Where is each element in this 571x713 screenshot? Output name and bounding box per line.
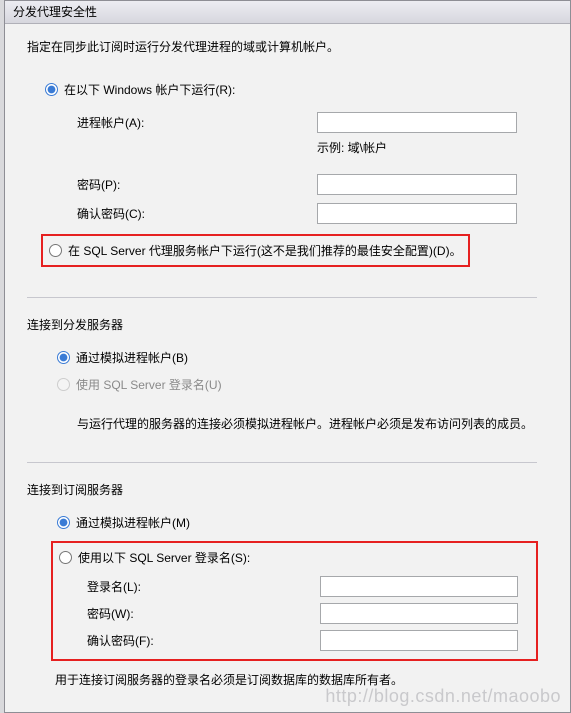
login-row: 登录名(L):	[59, 576, 518, 597]
process-account-section: 在以下 Windows 帐户下运行(R): 进程帐户(A): 示例: 域\帐户 …	[27, 81, 558, 267]
dialog-content: 指定在同步此订阅时运行分发代理进程的域或计算机帐户。 在以下 Windows 帐…	[5, 24, 570, 698]
process-account-row: 进程帐户(A):	[27, 112, 558, 133]
radio-dist-impersonate-row[interactable]: 通过模拟进程帐户(B)	[27, 349, 558, 366]
radio-sub-impersonate-row[interactable]: 通过模拟进程帐户(M)	[27, 514, 558, 531]
intro-text: 指定在同步此订阅时运行分发代理进程的域或计算机帐户。	[27, 38, 558, 55]
sub-password-row: 密码(W):	[59, 603, 518, 624]
sub-confirm-password-label: 确认密码(F):	[87, 632, 320, 649]
radio-sqlagent-label: 在 SQL Server 代理服务帐户下运行(这不是我们推荐的最佳安全配置)(D…	[68, 242, 462, 259]
login-label: 登录名(L):	[87, 578, 320, 595]
divider-1	[27, 297, 537, 298]
subscriber-section: 连接到订阅服务器 通过模拟进程帐户(M) 使用以下 SQL Server 登录名…	[27, 481, 558, 688]
sub-password-input[interactable]	[320, 603, 518, 624]
radio-sub-sqllogin-label: 使用以下 SQL Server 登录名(S):	[78, 549, 250, 566]
password-input[interactable]	[317, 174, 517, 195]
divider-2	[27, 462, 537, 463]
radio-windows-account[interactable]	[45, 83, 58, 96]
process-account-label: 进程帐户(A):	[77, 114, 317, 131]
sub-confirm-password-row: 确认密码(F):	[59, 630, 518, 651]
highlight-sqlagent: 在 SQL Server 代理服务帐户下运行(这不是我们推荐的最佳安全配置)(D…	[41, 234, 470, 267]
confirm-password-input[interactable]	[317, 203, 517, 224]
dialog-window: 分发代理安全性 指定在同步此订阅时运行分发代理进程的域或计算机帐户。 在以下 W…	[4, 0, 571, 713]
distributor-title: 连接到分发服务器	[27, 316, 558, 333]
radio-dist-sqllogin-label: 使用 SQL Server 登录名(U)	[76, 376, 222, 393]
radio-sqlagent[interactable]	[49, 244, 62, 257]
radio-sub-impersonate-label: 通过模拟进程帐户(M)	[76, 514, 190, 531]
radio-dist-sqllogin-row: 使用 SQL Server 登录名(U)	[27, 376, 558, 393]
sub-confirm-password-input[interactable]	[320, 630, 518, 651]
highlight-sub-sqllogin: 使用以下 SQL Server 登录名(S): 登录名(L): 密码(W): 确…	[51, 541, 538, 661]
password-row: 密码(P):	[27, 174, 558, 195]
radio-windows-account-row[interactable]: 在以下 Windows 帐户下运行(R):	[27, 81, 558, 98]
subscriber-footer-note: 用于连接订阅服务器的登录名必须是订阅数据库的数据库所有者。	[27, 671, 558, 688]
titlebar: 分发代理安全性	[5, 1, 570, 24]
title-text: 分发代理安全性	[13, 5, 97, 19]
confirm-password-label: 确认密码(C):	[77, 205, 317, 222]
radio-sqlagent-row[interactable]: 在 SQL Server 代理服务帐户下运行(这不是我们推荐的最佳安全配置)(D…	[49, 242, 462, 259]
radio-dist-impersonate[interactable]	[57, 351, 70, 364]
distributor-note: 与运行代理的服务器的连接必须模拟进程帐户。进程帐户必须是发布访问列表的成员。	[27, 415, 558, 432]
sub-password-label: 密码(W):	[87, 605, 320, 622]
radio-dist-sqllogin	[57, 378, 70, 391]
radio-sub-impersonate[interactable]	[57, 516, 70, 529]
radio-sub-sqllogin[interactable]	[59, 551, 72, 564]
process-account-input[interactable]	[317, 112, 517, 133]
distributor-section: 连接到分发服务器 通过模拟进程帐户(B) 使用 SQL Server 登录名(U…	[27, 316, 558, 432]
radio-windows-account-label: 在以下 Windows 帐户下运行(R):	[64, 81, 235, 98]
confirm-password-row: 确认密码(C):	[27, 203, 558, 224]
password-label: 密码(P):	[77, 176, 317, 193]
example-text: 示例: 域\帐户	[27, 139, 558, 156]
radio-dist-impersonate-label: 通过模拟进程帐户(B)	[76, 349, 188, 366]
login-input[interactable]	[320, 576, 518, 597]
radio-sub-sqllogin-row[interactable]: 使用以下 SQL Server 登录名(S):	[59, 549, 518, 566]
subscriber-title: 连接到订阅服务器	[27, 481, 558, 498]
